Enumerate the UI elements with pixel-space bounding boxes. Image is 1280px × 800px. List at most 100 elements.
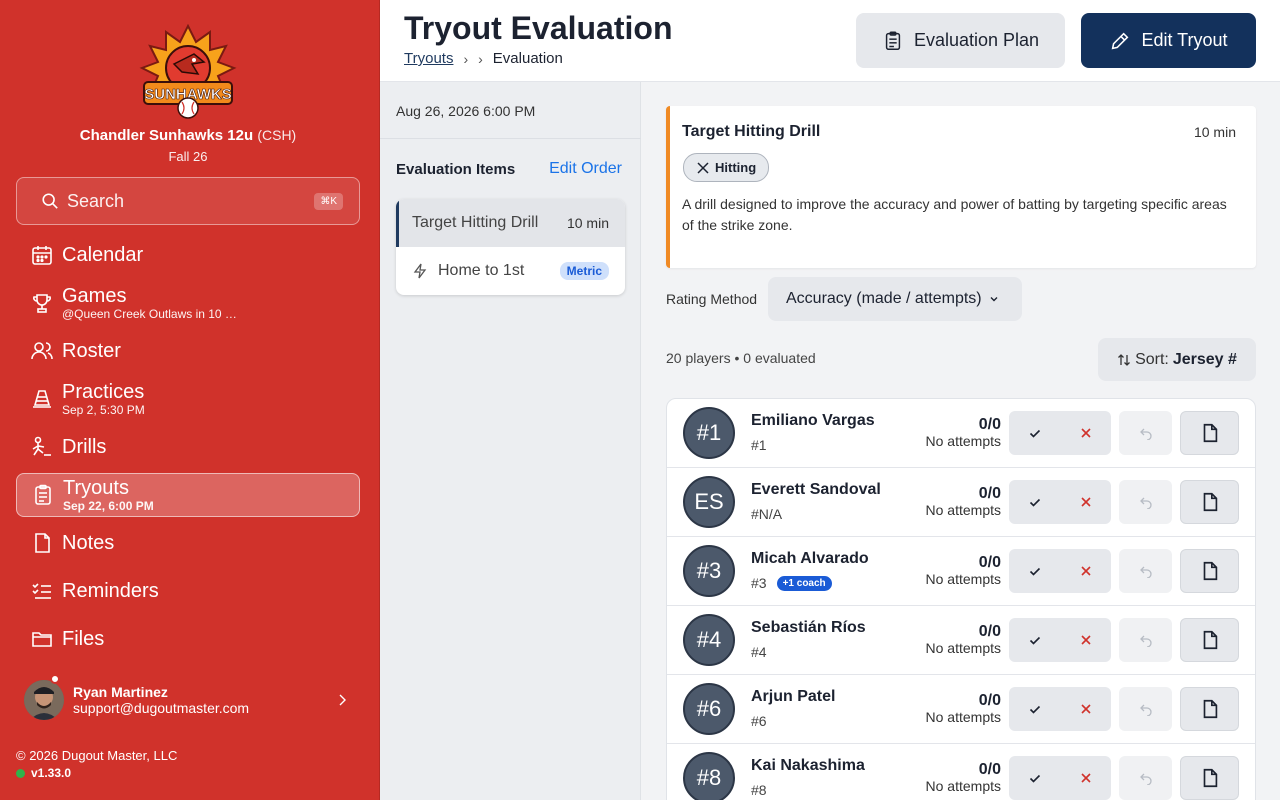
player-number: #8 xyxy=(751,782,767,798)
sidebar-item-calendar[interactable]: Calendar xyxy=(16,233,360,277)
score-value: 0/0 xyxy=(978,554,1001,571)
player-name[interactable]: Kai Nakashima xyxy=(751,757,865,775)
sidebar-item-reminders[interactable]: Reminders xyxy=(16,569,360,613)
undo-icon xyxy=(1139,566,1152,578)
player-row: #4 Sebastián Ríos #4 0/0 No attempts xyxy=(667,606,1255,675)
bats-icon xyxy=(697,161,709,174)
sidebar: SUNHAWKS Chandler Sunhawks 12u (CSH) Fal… xyxy=(0,0,380,800)
undo-icon xyxy=(1139,497,1152,509)
sidebar-item-files[interactable]: Files xyxy=(16,617,360,661)
score-value: 0/0 xyxy=(978,692,1001,709)
player-avatar: #6 xyxy=(683,683,735,735)
search-icon xyxy=(42,193,58,209)
item-duration: 10 min xyxy=(566,215,609,231)
note-button[interactable] xyxy=(1180,411,1239,455)
sidebar-item-practices[interactable]: Practices Sep 2, 5:30 PM xyxy=(16,377,360,421)
search-shortcut: ⌘K xyxy=(314,192,343,210)
made-button[interactable] xyxy=(1009,549,1060,593)
score-value: 0/0 xyxy=(978,623,1001,640)
status-indicator xyxy=(50,674,60,684)
sidebar-item-games[interactable]: Games @Queen Creek Outlaws in 10 … xyxy=(16,281,360,325)
edit-tryout-button[interactable]: Edit Tryout xyxy=(1081,13,1256,68)
player-name[interactable]: Arjun Patel xyxy=(751,688,835,706)
player-score: 0/0 No attempts xyxy=(926,761,1001,793)
missed-button[interactable] xyxy=(1060,411,1111,455)
item-name: Home to 1st xyxy=(438,262,525,279)
undo-button[interactable] xyxy=(1119,411,1172,455)
note-button[interactable] xyxy=(1180,756,1239,800)
evaluation-plan-button[interactable]: Evaluation Plan xyxy=(856,13,1065,68)
breadcrumb-tryouts-link[interactable]: Tryouts xyxy=(404,50,453,67)
note-button[interactable] xyxy=(1180,480,1239,524)
undo-button[interactable] xyxy=(1119,756,1172,800)
sidebar-item-roster[interactable]: Roster xyxy=(16,329,360,373)
undo-icon xyxy=(1139,773,1152,785)
note-button[interactable] xyxy=(1180,549,1239,593)
player-row: #6 Arjun Patel #6 0/0 No attempts xyxy=(667,675,1255,744)
made-button[interactable] xyxy=(1009,687,1060,731)
sort-button[interactable]: Sort: Jersey # xyxy=(1098,338,1256,381)
undo-button[interactable] xyxy=(1119,480,1172,524)
undo-button[interactable] xyxy=(1119,618,1172,662)
made-button[interactable] xyxy=(1009,756,1060,800)
season-label: Fall 26 xyxy=(168,149,208,164)
player-name[interactable]: Sebastián Ríos xyxy=(751,619,866,637)
folder-icon xyxy=(32,632,52,647)
missed-button[interactable] xyxy=(1060,687,1111,731)
category-tag: Hitting xyxy=(683,153,770,182)
missed-button[interactable] xyxy=(1060,756,1111,800)
evaluation-content: Target Hitting Drill 10 min Hitting A dr… xyxy=(642,82,1280,800)
drill-card: Target Hitting Drill 10 min Hitting A dr… xyxy=(666,106,1256,268)
sidebar-item-notes[interactable]: Notes xyxy=(16,521,360,565)
sidebar-item-drills[interactable]: Drills xyxy=(16,425,360,469)
evaluation-item-home-to-first[interactable]: Home to 1st Metric xyxy=(396,247,625,295)
avatar xyxy=(24,680,64,720)
button-label: Edit Tryout xyxy=(1141,30,1228,50)
player-avatar: ES xyxy=(683,476,735,528)
made-button[interactable] xyxy=(1009,618,1060,662)
x-icon xyxy=(1080,635,1091,645)
team-name: Chandler Sunhawks 12u (CSH) xyxy=(79,127,297,144)
check-icon xyxy=(1029,705,1040,714)
chevron-down-icon xyxy=(990,297,998,302)
page-title: Tryout Evaluation xyxy=(404,10,673,46)
edit-order-link[interactable]: Edit Order xyxy=(549,160,622,178)
x-icon xyxy=(1080,704,1091,714)
note-button[interactable] xyxy=(1180,618,1239,662)
search-button[interactable]: Search ⌘K xyxy=(16,177,360,225)
made-button[interactable] xyxy=(1009,411,1060,455)
note-icon xyxy=(35,533,50,553)
undo-button[interactable] xyxy=(1119,687,1172,731)
player-name[interactable]: Everett Sandoval xyxy=(751,481,881,499)
missed-button[interactable] xyxy=(1060,618,1111,662)
made-button[interactable] xyxy=(1009,480,1060,524)
divider xyxy=(380,138,641,139)
player-name[interactable]: Micah Alvarado xyxy=(751,550,869,568)
team-logo[interactable]: SUNHAWKS xyxy=(138,24,238,120)
missed-button[interactable] xyxy=(1060,549,1111,593)
version-label: v1.33.0 xyxy=(16,766,71,780)
sidebar-item-label: Notes xyxy=(62,532,115,554)
player-number-line: #1 xyxy=(751,437,767,453)
player-name[interactable]: Emiliano Vargas xyxy=(751,412,875,430)
player-score: 0/0 No attempts xyxy=(926,416,1001,448)
users-icon xyxy=(31,342,53,360)
x-icon xyxy=(1080,428,1091,438)
rating-method-select[interactable]: Accuracy (made / attempts) xyxy=(768,277,1022,321)
lightning-icon xyxy=(413,263,427,279)
sidebar-item-label: Practices xyxy=(62,381,145,403)
undo-button[interactable] xyxy=(1119,549,1172,593)
user-profile[interactable]: Ryan Martinez support@dugoutmaster.com xyxy=(24,678,360,722)
evaluation-item-target-hitting[interactable]: Target Hitting Drill 10 min xyxy=(396,199,625,247)
evaluation-items-list: Target Hitting Drill 10 min Home to 1st … xyxy=(396,199,625,295)
note-icon xyxy=(1203,561,1217,581)
sidebar-item-tryouts[interactable]: Tryouts Sep 22, 6:00 PM xyxy=(16,473,360,517)
x-icon xyxy=(1080,497,1091,507)
note-icon xyxy=(1203,492,1217,512)
missed-button[interactable] xyxy=(1060,480,1111,524)
attempts-label: No attempts xyxy=(925,502,1001,518)
note-button[interactable] xyxy=(1180,687,1239,731)
checklist-icon xyxy=(32,583,51,599)
sidebar-item-label: Roster xyxy=(62,340,121,362)
player-score: 0/0 No attempts xyxy=(926,485,1001,517)
